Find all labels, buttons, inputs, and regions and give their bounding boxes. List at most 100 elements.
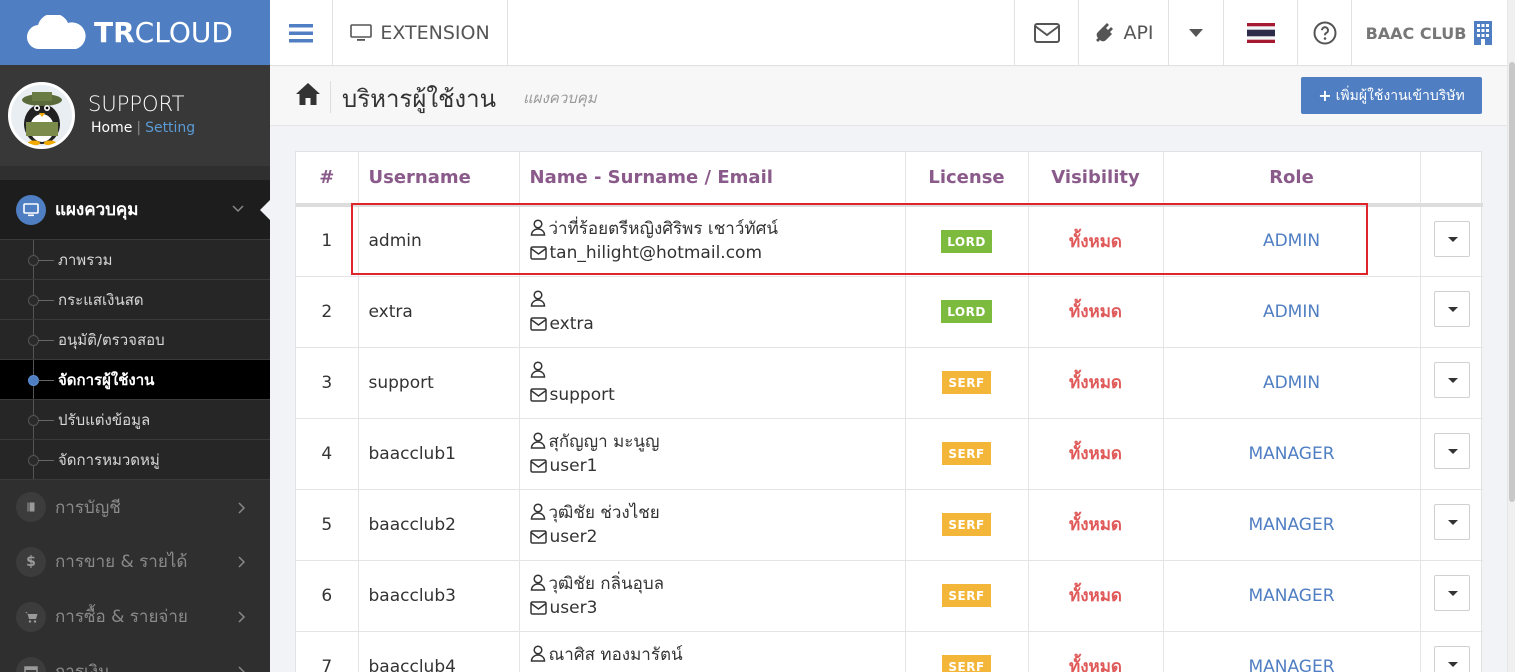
monitor-icon [16, 194, 46, 225]
role-text[interactable]: ADMIN [1263, 302, 1320, 322]
home-icon[interactable] [295, 82, 321, 106]
column-header-actions [1420, 152, 1483, 207]
sidebar-item-categories[interactable]: จัดการหมวดหมู่ [0, 439, 270, 479]
column-header-username[interactable]: Username [358, 152, 520, 207]
table-row[interactable]: 3 support support SERF ทั้งหมด ADMIN [296, 346, 1483, 418]
row-action-dropdown-button[interactable] [1433, 433, 1470, 469]
page-header: บริหารผู้ใช้งาน แผงควบคุม + เพิ่มผู้ใช้ง… [270, 67, 1507, 126]
table-row[interactable]: 4 baacclub1 สุกัญญา มะนูญ user1 SERF ทั้งหมด M… [296, 417, 1483, 489]
row-name-email: วุฒิชัย ช่วงไชย user2 [519, 488, 906, 560]
scrollbar-thumb[interactable] [1509, 62, 1515, 502]
visibility-text: ทั้งหมด [1069, 586, 1122, 606]
caret-down-icon [1189, 29, 1203, 37]
row-license-cell: SERF [905, 630, 1029, 672]
setting-link[interactable]: Setting [145, 120, 195, 136]
table-row[interactable]: 5 baacclub2 วุฒิชัย ช่วงไชย user2 SERF ทั้งหม… [296, 488, 1483, 560]
users-table-card: # Username Name - Surname / Email Licens… [295, 151, 1483, 672]
role-text[interactable]: MANAGER [1248, 586, 1334, 606]
row-visibility-cell: ทั้งหมด [1028, 275, 1164, 347]
row-action-dropdown-button[interactable] [1433, 291, 1470, 327]
page-scrollbar[interactable] [1507, 0, 1515, 672]
row-email-line: user2 [529, 525, 905, 549]
row-email: support [549, 384, 615, 405]
row-name-line: วุฒิชัย ช่วงไชย [530, 501, 905, 525]
row-action-dropdown-button[interactable] [1433, 575, 1470, 611]
row-role-cell: ADMIN [1163, 346, 1421, 418]
sidebar-item-accounting[interactable]: การบัญชี [0, 479, 270, 534]
row-visibility-cell: ทั้งหมด [1028, 630, 1164, 672]
row-visibility-cell: ทั้งหมด [1028, 559, 1164, 631]
mail-button[interactable] [1015, 0, 1079, 66]
menu-toggle-button[interactable] [270, 0, 333, 66]
table-row[interactable]: 2 extra extra LORD ทั้งหมด ADMIN [296, 275, 1483, 347]
sidebar-item-finance[interactable]: การเงิน [0, 644, 270, 672]
sidebar-item-overview[interactable]: ภาพรวม [0, 239, 270, 279]
avatar[interactable] [8, 82, 75, 149]
chevron-right-icon [238, 502, 246, 518]
help-button[interactable] [1298, 0, 1352, 66]
user-icon [530, 645, 545, 662]
user-icon [530, 573, 545, 591]
row-username: extra [358, 275, 520, 347]
row-email-line: extra [529, 312, 905, 336]
row-action-dropdown-button[interactable] [1433, 646, 1470, 672]
row-action-dropdown-button[interactable] [1433, 362, 1470, 398]
table-row[interactable]: 7 baacclub4 ณาศิส ทองมารัตน์ SERF ทั้งหมด MAN… [296, 630, 1483, 672]
column-header-visibility[interactable]: Visibility [1028, 152, 1164, 207]
sidebar-item-dashboard[interactable]: แผงควบคุม [0, 180, 270, 239]
envelope-icon [529, 387, 547, 402]
dashboard-submenu: ภาพรวม กระแสเงินสด อนุมัติ/ตรวจสอบ จัดกา… [0, 239, 270, 479]
home-link[interactable]: Home [91, 120, 132, 136]
column-header-license[interactable]: License [905, 152, 1029, 207]
role-text[interactable]: MANAGER [1248, 657, 1334, 672]
sidebar-item-cashflow[interactable]: กระแสเงินสด [0, 279, 270, 319]
profile-name: SUPPORT [88, 91, 185, 116]
extension-button[interactable]: EXTENSION [333, 0, 508, 66]
book-icon [16, 492, 46, 522]
top-bar-spacer [508, 0, 1015, 65]
row-number: 3 [296, 346, 359, 418]
role-text[interactable]: MANAGER [1248, 515, 1334, 535]
table-row[interactable]: 1 admin ว่าที่ร้อยตรีหญิงศิริพร เชาว์ทัศน์… [296, 204, 1483, 276]
row-action-dropdown-button[interactable] [1433, 504, 1470, 540]
sidebar-item-dashboard-label: แผงควบคุม [55, 200, 139, 220]
row-role-cell: MANAGER [1163, 488, 1421, 560]
role-text[interactable]: ADMIN [1263, 373, 1320, 393]
role-text[interactable]: ADMIN [1263, 231, 1320, 251]
sidebar-item-approval[interactable]: อนุมัติ/ตรวจสอบ [0, 319, 270, 359]
role-text[interactable]: MANAGER [1248, 444, 1334, 464]
brand-logo[interactable]: TRCLOUD [0, 0, 270, 65]
row-name-line: ณาศิส ทองมารัตน์ [530, 643, 905, 667]
table-row[interactable]: 6 baacclub3 วุฒิชัย กลิ่นอุบล user3 SERF ทั้ง… [296, 559, 1483, 631]
calendar-icon [16, 656, 46, 672]
sidebar-item-sales[interactable]: $ การขาย & รายได้ [0, 534, 270, 589]
row-license-cell: SERF [905, 417, 1029, 489]
row-name-line: ว่าที่ร้อยตรีหญิงศิริพร เชาว์ทัศน์ [530, 217, 905, 241]
sidebar-item-customize[interactable]: ปรับแต่งข้อมูล [0, 399, 270, 439]
page-subtitle: แผงควบคุม [523, 89, 597, 107]
row-name-email: extra [519, 275, 906, 347]
company-button[interactable]: BAAC CLUB [1352, 0, 1507, 66]
visibility-text: ทั้งหมด [1069, 373, 1122, 393]
row-name-email: ว่าที่ร้อยตรีหญิงศิริพร เชาว์ทัศน์ tan_hi… [519, 204, 906, 276]
row-action-cell [1420, 630, 1483, 672]
row-action-dropdown-button[interactable] [1433, 220, 1470, 257]
sidebar-item-purchases[interactable]: การซื้อ & รายจ่าย [0, 589, 270, 644]
table-header-row: # Username Name - Surname / Email Licens… [296, 152, 1483, 207]
dropdown-button[interactable] [1169, 0, 1224, 66]
row-name-line [530, 359, 905, 383]
profile-panel: SUPPORT Home | Setting [0, 65, 270, 166]
sidebar-item-user-management[interactable]: จัดการผู้ใช้งาน [0, 359, 270, 399]
row-username: baacclub4 [358, 630, 520, 672]
row-fullname: วุฒิชัย ช่วงไชย [548, 502, 660, 523]
license-badge: SERF [942, 513, 991, 536]
column-header-number[interactable]: # [296, 152, 359, 207]
api-button[interactable]: API [1079, 0, 1169, 66]
add-user-button[interactable]: + เพิ่มผู้ใช้งานเข้าบริษัท [1301, 77, 1482, 114]
extension-label: EXTENSION [380, 22, 490, 44]
language-button[interactable] [1224, 0, 1298, 66]
column-header-role[interactable]: Role [1163, 152, 1421, 207]
row-number: 1 [296, 204, 359, 276]
column-header-name[interactable]: Name - Surname / Email [519, 152, 906, 207]
sub-item-label: จัดการหมวดหมู่ [58, 450, 160, 469]
